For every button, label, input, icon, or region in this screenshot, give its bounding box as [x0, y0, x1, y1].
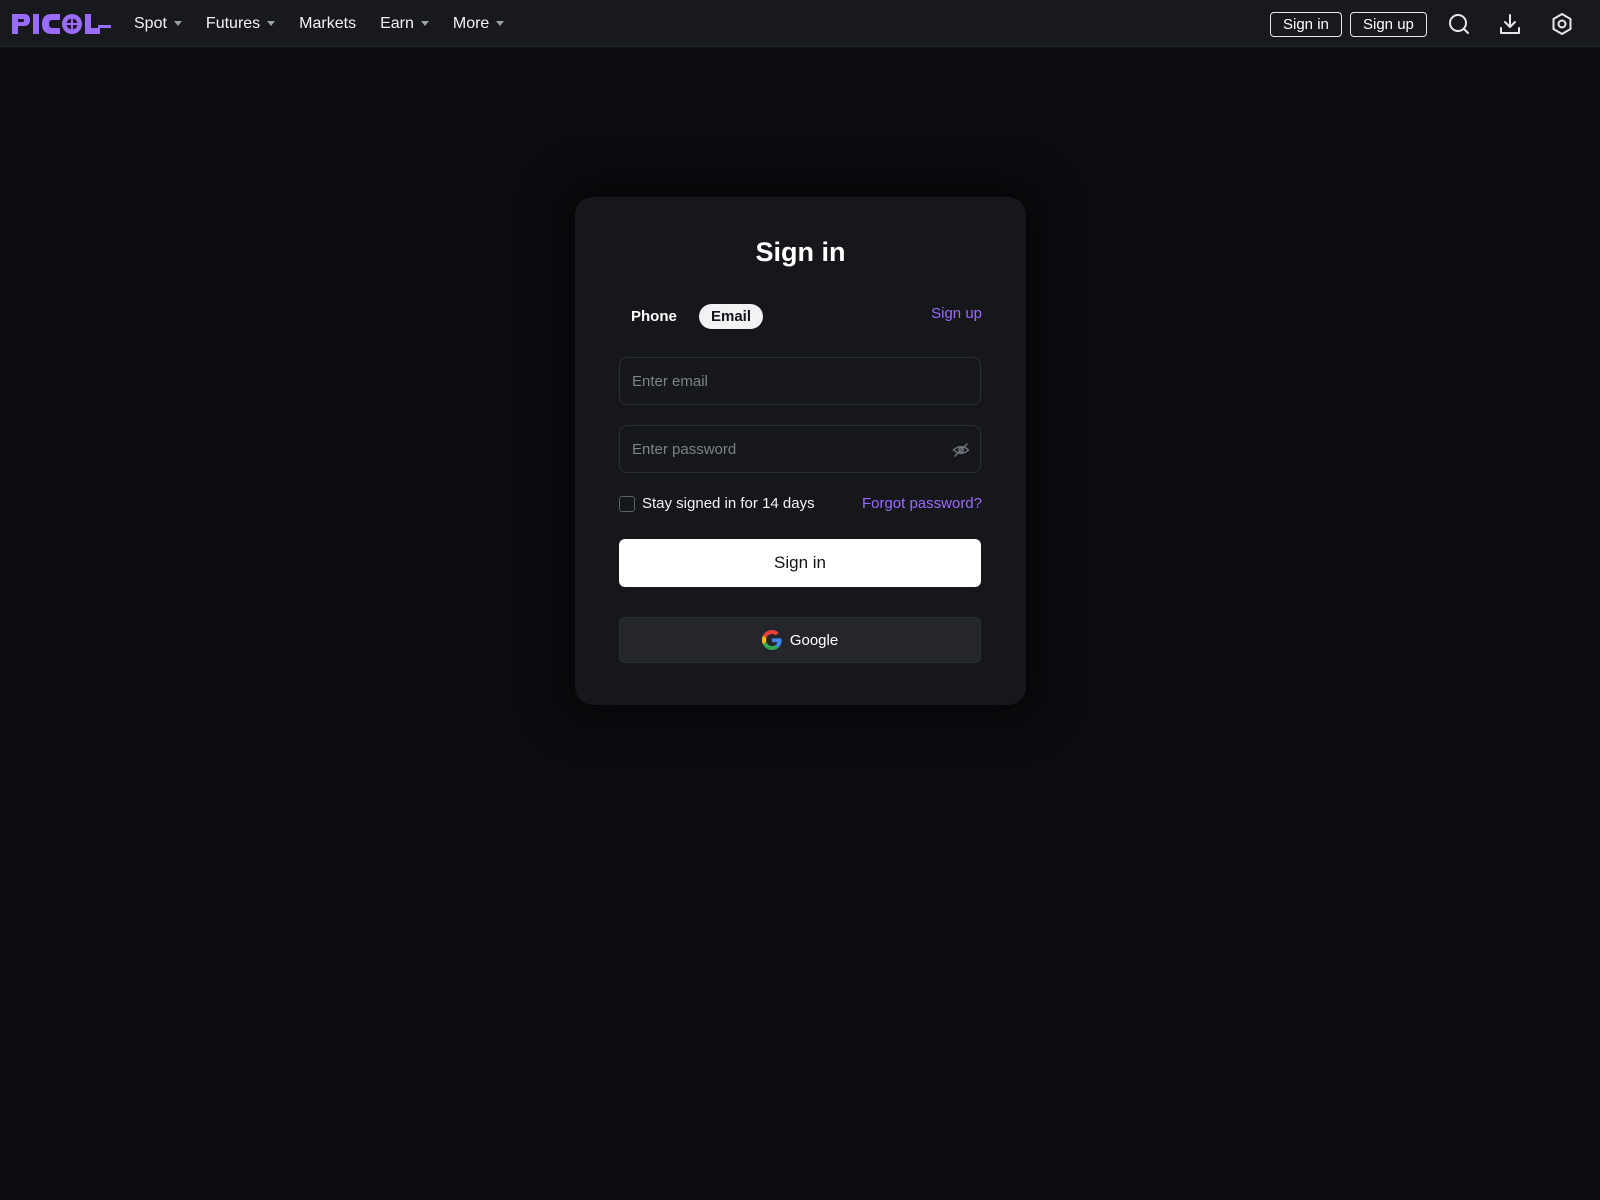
forgot-password-link[interactable]: Forgot password? [862, 495, 982, 512]
download-icon[interactable] [1498, 12, 1522, 36]
nav-markets-label: Markets [299, 14, 357, 32]
header-sign-up-button[interactable]: Sign up [1350, 12, 1427, 37]
tab-phone[interactable]: Phone [619, 304, 689, 329]
nav-more-label: More [452, 14, 490, 32]
google-icon [761, 630, 782, 650]
nav-spot[interactable]: Spot [134, 15, 182, 33]
search-icon[interactable] [1447, 12, 1471, 36]
nav-futures[interactable]: Futures [205, 14, 276, 33]
remember-me[interactable]: Stay signed in for 14 days [619, 495, 815, 512]
password-field[interactable] [620, 426, 980, 472]
header-sign-in-button[interactable]: Sign in [1270, 12, 1342, 37]
remember-checkbox[interactable] [619, 495, 635, 512]
tab-email[interactable]: Email [699, 304, 764, 329]
page-title: Sign in [755, 237, 846, 267]
main-nav: Spot Futures Markets Earn More [134, 0, 528, 47]
sign-in-card: Sign in Phone Email Sign up Stay signed … [575, 197, 1026, 705]
nav-earn-label: Earn [380, 14, 414, 32]
email-field-wrapper [619, 357, 981, 405]
picol-logo-mark [12, 14, 111, 34]
eye-off-icon[interactable] [952, 441, 970, 459]
chevron-down-icon [173, 21, 182, 26]
chevron-down-icon [267, 21, 276, 26]
chevron-down-icon [420, 21, 429, 26]
sign-up-link[interactable]: Sign up [931, 304, 982, 324]
nav-futures-label: Futures [205, 14, 261, 32]
remember-label: Stay signed in for 14 days [642, 495, 815, 512]
nav-earn[interactable]: Earn [380, 15, 429, 33]
chevron-down-icon [496, 21, 505, 26]
email-field[interactable] [620, 358, 980, 404]
top-navigation-bar: Spot Futures Markets Earn More Sign in S… [0, 0, 1600, 47]
sign-in-button[interactable]: Sign in [619, 539, 981, 587]
password-field-wrapper [619, 425, 981, 473]
nav-spot-label: Spot [134, 14, 167, 32]
google-button-label: Google [789, 631, 839, 649]
picol-logo[interactable] [12, 13, 112, 35]
nav-more[interactable]: More [452, 14, 505, 33]
nav-markets[interactable]: Markets [299, 15, 356, 33]
google-sign-in-button[interactable]: Google [619, 617, 981, 663]
settings-icon[interactable] [1550, 12, 1574, 36]
